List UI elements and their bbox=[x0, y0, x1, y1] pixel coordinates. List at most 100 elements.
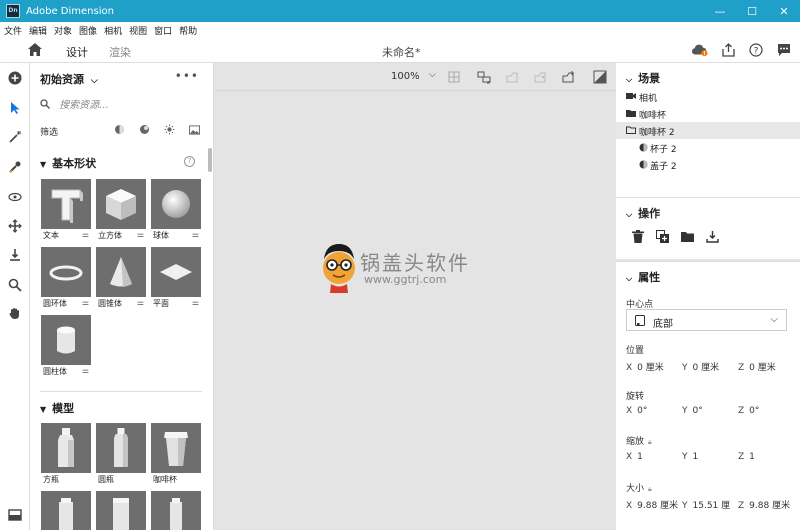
scene-item-coffee-cup[interactable]: 咖啡杯 bbox=[616, 105, 800, 122]
rotation-y-value[interactable]: 0° bbox=[693, 406, 703, 416]
close-icon[interactable]: ✕ bbox=[768, 0, 800, 22]
magic-wand-icon[interactable] bbox=[7, 129, 23, 145]
lock-icon[interactable]: 🔒︎ bbox=[648, 438, 652, 447]
zoom-icon[interactable] bbox=[7, 277, 23, 293]
maximize-icon[interactable]: ☐ bbox=[736, 0, 768, 22]
asset-tile[interactable]: 立方体 ⚌ bbox=[96, 179, 146, 240]
position-y-value[interactable]: 0 厘米 bbox=[693, 363, 720, 373]
position-z-value[interactable]: 0 厘米 bbox=[749, 363, 776, 373]
models-header[interactable]: ▼ 模型 bbox=[40, 400, 74, 416]
search-input[interactable]: 搜索资源... bbox=[59, 100, 109, 111]
drop-to-ground-icon[interactable] bbox=[705, 229, 720, 244]
size-y-field[interactable]: Y 15.51 厘 bbox=[682, 498, 730, 511]
scale-x-field[interactable]: X1 bbox=[626, 452, 643, 462]
scene-item-camera[interactable]: 相机 bbox=[616, 88, 800, 105]
panel-toggle-icon[interactable] bbox=[7, 507, 23, 523]
eyedropper-icon[interactable] bbox=[7, 159, 23, 175]
select-tool-icon[interactable] bbox=[7, 100, 23, 116]
move-icon[interactable] bbox=[7, 218, 23, 234]
pivot-dropdown[interactable]: 底部 ⌵ bbox=[626, 309, 787, 331]
settings-sliders-icon[interactable]: ⚌ bbox=[82, 298, 89, 307]
position-z-field[interactable]: Z 0 厘米 bbox=[738, 360, 776, 373]
asset-tile[interactable] bbox=[151, 491, 201, 530]
scene-item-coffee-cup-2[interactable]: 咖啡杯 2 bbox=[616, 122, 800, 139]
orbit-icon[interactable] bbox=[7, 189, 23, 205]
size-z-field[interactable]: Z 9.88 厘米 bbox=[738, 498, 790, 511]
settings-sliders-icon[interactable]: ⚌ bbox=[82, 230, 89, 239]
asset-tile[interactable]: 平面 ⚌ bbox=[151, 247, 201, 308]
asset-tile[interactable]: 圆柱体 ⚌ bbox=[41, 315, 91, 376]
render-preview-icon[interactable] bbox=[592, 69, 608, 85]
filter-models-icon[interactable] bbox=[114, 124, 125, 135]
assets-header[interactable]: 初始资源 ⌵ bbox=[40, 71, 98, 87]
tab-render[interactable]: 渲染 bbox=[109, 44, 131, 60]
lock-icon[interactable]: 🔒︎ bbox=[648, 485, 652, 494]
assets-scrollbar[interactable] bbox=[208, 148, 212, 172]
filter-materials-icon[interactable] bbox=[139, 124, 150, 135]
asset-tile[interactable]: 圆瓶 bbox=[96, 423, 146, 484]
asset-tile[interactable]: 圆锥体 ⚌ bbox=[96, 247, 146, 308]
scene-item-lid-2[interactable]: 盖子 2 bbox=[616, 156, 800, 173]
basic-shapes-header[interactable]: ▼ 基本形状 bbox=[40, 155, 96, 171]
actions-header[interactable]: ⌵ 操作 bbox=[626, 205, 660, 221]
hand-icon[interactable] bbox=[7, 305, 23, 321]
asset-tile[interactable] bbox=[41, 491, 91, 530]
menu-edit[interactable]: 编辑 bbox=[29, 24, 47, 37]
chevron-down-icon[interactable]: ⌵ bbox=[429, 70, 436, 80]
settings-sliders-icon[interactable]: ⚌ bbox=[192, 230, 199, 239]
lighting-icon[interactable] bbox=[560, 69, 576, 85]
filter-lights-icon[interactable] bbox=[164, 124, 175, 135]
position-x-value[interactable]: 0 厘米 bbox=[637, 363, 664, 373]
scene-header[interactable]: ⌵ 场景 bbox=[626, 70, 660, 86]
add-icon[interactable] bbox=[7, 70, 23, 86]
scale-y-value[interactable]: 1 bbox=[693, 452, 699, 462]
asset-search[interactable]: 搜索资源... bbox=[40, 96, 200, 112]
asset-tile[interactable]: 咖啡杯 bbox=[151, 423, 201, 484]
home-icon[interactable] bbox=[28, 43, 42, 59]
position-x-field[interactable]: X 0 厘米 bbox=[626, 360, 664, 373]
filter-images-icon[interactable] bbox=[189, 124, 200, 135]
settings-sliders-icon[interactable]: ⚌ bbox=[82, 366, 89, 375]
camera-undo-icon[interactable] bbox=[532, 69, 548, 85]
menu-camera[interactable]: 相机 bbox=[104, 24, 122, 37]
help-icon[interactable]: ? bbox=[184, 156, 195, 167]
scene-item-cup-2[interactable]: 杯子 2 bbox=[616, 139, 800, 156]
duplicate-icon[interactable] bbox=[655, 229, 670, 244]
fit-view-icon[interactable] bbox=[446, 69, 462, 85]
rotation-z-value[interactable]: 0° bbox=[749, 406, 759, 416]
asset-tile[interactable]: 圆环体 ⚌ bbox=[41, 247, 91, 308]
menu-window[interactable]: 窗口 bbox=[154, 24, 172, 37]
rotation-x-field[interactable]: X 0° bbox=[626, 406, 647, 416]
tab-design[interactable]: 设计 bbox=[66, 44, 88, 66]
settings-sliders-icon[interactable]: ⚌ bbox=[137, 230, 144, 239]
minimize-icon[interactable]: — bbox=[704, 0, 736, 22]
rotation-z-field[interactable]: Z 0° bbox=[738, 406, 759, 416]
camera-bookmark-icon[interactable] bbox=[504, 69, 520, 85]
position-y-field[interactable]: Y 0 厘米 bbox=[682, 360, 719, 373]
scale-z-value[interactable]: 1 bbox=[749, 452, 755, 462]
canvas-viewport[interactable]: 100% ⌵ 锅盖头软件 www.ggtrj.com bbox=[214, 63, 616, 530]
size-x-value[interactable]: 9.88 厘米 bbox=[637, 501, 678, 511]
delete-icon[interactable] bbox=[630, 229, 645, 244]
scale-z-field[interactable]: Z1 bbox=[738, 452, 755, 462]
menu-view[interactable]: 视图 bbox=[129, 24, 147, 37]
asset-tile[interactable]: 方瓶 bbox=[41, 423, 91, 484]
size-z-value[interactable]: 9.88 厘米 bbox=[749, 501, 790, 511]
more-options-icon[interactable]: ••• bbox=[175, 69, 199, 83]
drop-to-ground-icon[interactable] bbox=[7, 247, 23, 263]
size-x-field[interactable]: X 9.88 厘米 bbox=[626, 498, 678, 511]
share-icon[interactable] bbox=[720, 42, 736, 58]
cloud-sync-icon[interactable] bbox=[692, 42, 708, 58]
feedback-icon[interactable] bbox=[776, 42, 792, 58]
asset-tile[interactable]: 球体 ⚌ bbox=[151, 179, 201, 240]
group-folder-icon[interactable] bbox=[680, 229, 695, 244]
menu-image[interactable]: 图像 bbox=[79, 24, 97, 37]
menu-help[interactable]: 帮助 bbox=[179, 24, 197, 37]
settings-sliders-icon[interactable]: ⚌ bbox=[137, 298, 144, 307]
size-y-value[interactable]: 15.51 厘 bbox=[693, 501, 731, 511]
menu-object[interactable]: 对象 bbox=[54, 24, 72, 37]
asset-tile[interactable]: 文本 ⚌ bbox=[41, 179, 91, 240]
help-icon[interactable]: ? bbox=[748, 42, 764, 58]
asset-tile[interactable] bbox=[96, 491, 146, 530]
scale-x-value[interactable]: 1 bbox=[637, 452, 643, 462]
